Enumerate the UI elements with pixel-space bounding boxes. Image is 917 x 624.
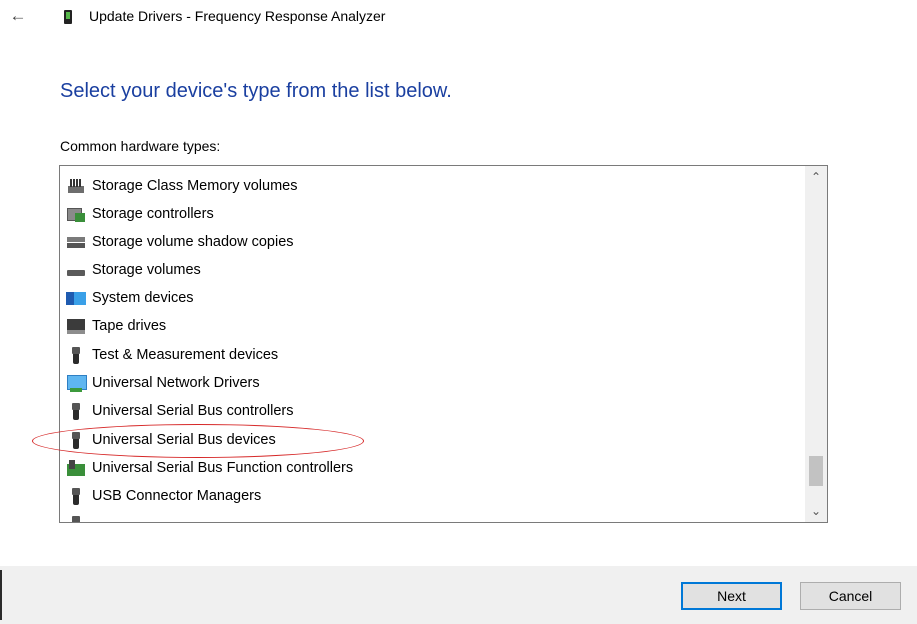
usb-plug-icon xyxy=(66,514,86,522)
next-button[interactable]: Next xyxy=(681,582,782,610)
window-title: Update Drivers - Frequency Response Anal… xyxy=(89,8,386,24)
list-item[interactable]: Storage Class Memory volumes xyxy=(66,172,300,200)
device-icon xyxy=(64,10,72,24)
vertical-scrollbar[interactable]: ⌃ ⌄ xyxy=(805,166,827,522)
list-item-label: Universal Serial Bus Function controller… xyxy=(92,460,354,476)
usb-plug-icon xyxy=(66,486,86,506)
shadow-copy-icon xyxy=(66,232,86,252)
list-item[interactable]: Universal Network Drivers xyxy=(66,369,262,397)
window-edge xyxy=(0,570,2,620)
list-item[interactable]: Storage volumes xyxy=(66,256,203,284)
list-item[interactable]: Test & Measurement devices xyxy=(66,341,280,369)
list-item[interactable]: Storage volume shadow copies xyxy=(66,228,296,256)
list-item[interactable]: Universal Serial Bus controllers xyxy=(66,397,295,425)
list-item-label: Test & Measurement devices xyxy=(92,347,279,363)
scroll-down-icon[interactable]: ⌄ xyxy=(805,500,827,522)
list-item-label: Storage volumes xyxy=(92,262,201,278)
list-label: Common hardware types: xyxy=(60,138,221,154)
page-heading: Select your device's type from the list … xyxy=(60,80,452,102)
usb-plug-icon xyxy=(66,430,86,450)
storage-controller-icon xyxy=(66,204,86,224)
list-item-partial[interactable] xyxy=(66,510,90,522)
cancel-button[interactable]: Cancel xyxy=(800,582,901,610)
list-item-highlighted[interactable]: Universal Serial Bus devices xyxy=(66,426,278,454)
scroll-up-icon[interactable]: ⌃ xyxy=(805,166,827,188)
list-item[interactable]: System devices xyxy=(66,284,196,312)
system-devices-icon xyxy=(66,288,86,308)
list-item-label: Universal Serial Bus controllers xyxy=(92,403,294,419)
button-bar: Next Cancel xyxy=(0,566,917,624)
list-item-label: Universal Serial Bus devices xyxy=(92,432,276,448)
usb-plug-icon xyxy=(66,345,86,365)
list-item-label: Tape drives xyxy=(92,318,167,334)
scroll-thumb[interactable] xyxy=(809,456,823,486)
list-item-label: System devices xyxy=(92,290,194,306)
storage-volume-icon xyxy=(66,260,86,280)
tape-drive-icon xyxy=(66,316,86,336)
usb-function-icon xyxy=(66,458,86,478)
title-bar: ← Update Drivers - Frequency Response An… xyxy=(0,0,917,34)
list-item-label: Universal Network Drivers xyxy=(92,375,260,391)
list-item-label: Storage controllers xyxy=(92,206,214,222)
back-arrow-icon[interactable]: ← xyxy=(8,6,28,26)
list-item[interactable]: Storage controllers xyxy=(66,200,216,228)
list-item-label: Storage volume shadow copies xyxy=(92,234,294,250)
hardware-type-list[interactable]: Storage Class Memory volumes Storage con… xyxy=(59,165,828,523)
usb-plug-icon xyxy=(66,401,86,421)
list-item[interactable]: Tape drives xyxy=(66,312,168,340)
list-item[interactable]: Universal Serial Bus Function controller… xyxy=(66,454,355,482)
list-item[interactable]: USB Connector Managers xyxy=(66,482,263,510)
network-drivers-icon xyxy=(66,373,87,393)
storage-class-memory-icon xyxy=(66,176,86,196)
list-item-label: USB Connector Managers xyxy=(92,488,262,504)
hardware-type-items: Storage Class Memory volumes Storage con… xyxy=(60,166,805,522)
list-item-label: Storage Class Memory volumes xyxy=(92,178,298,194)
